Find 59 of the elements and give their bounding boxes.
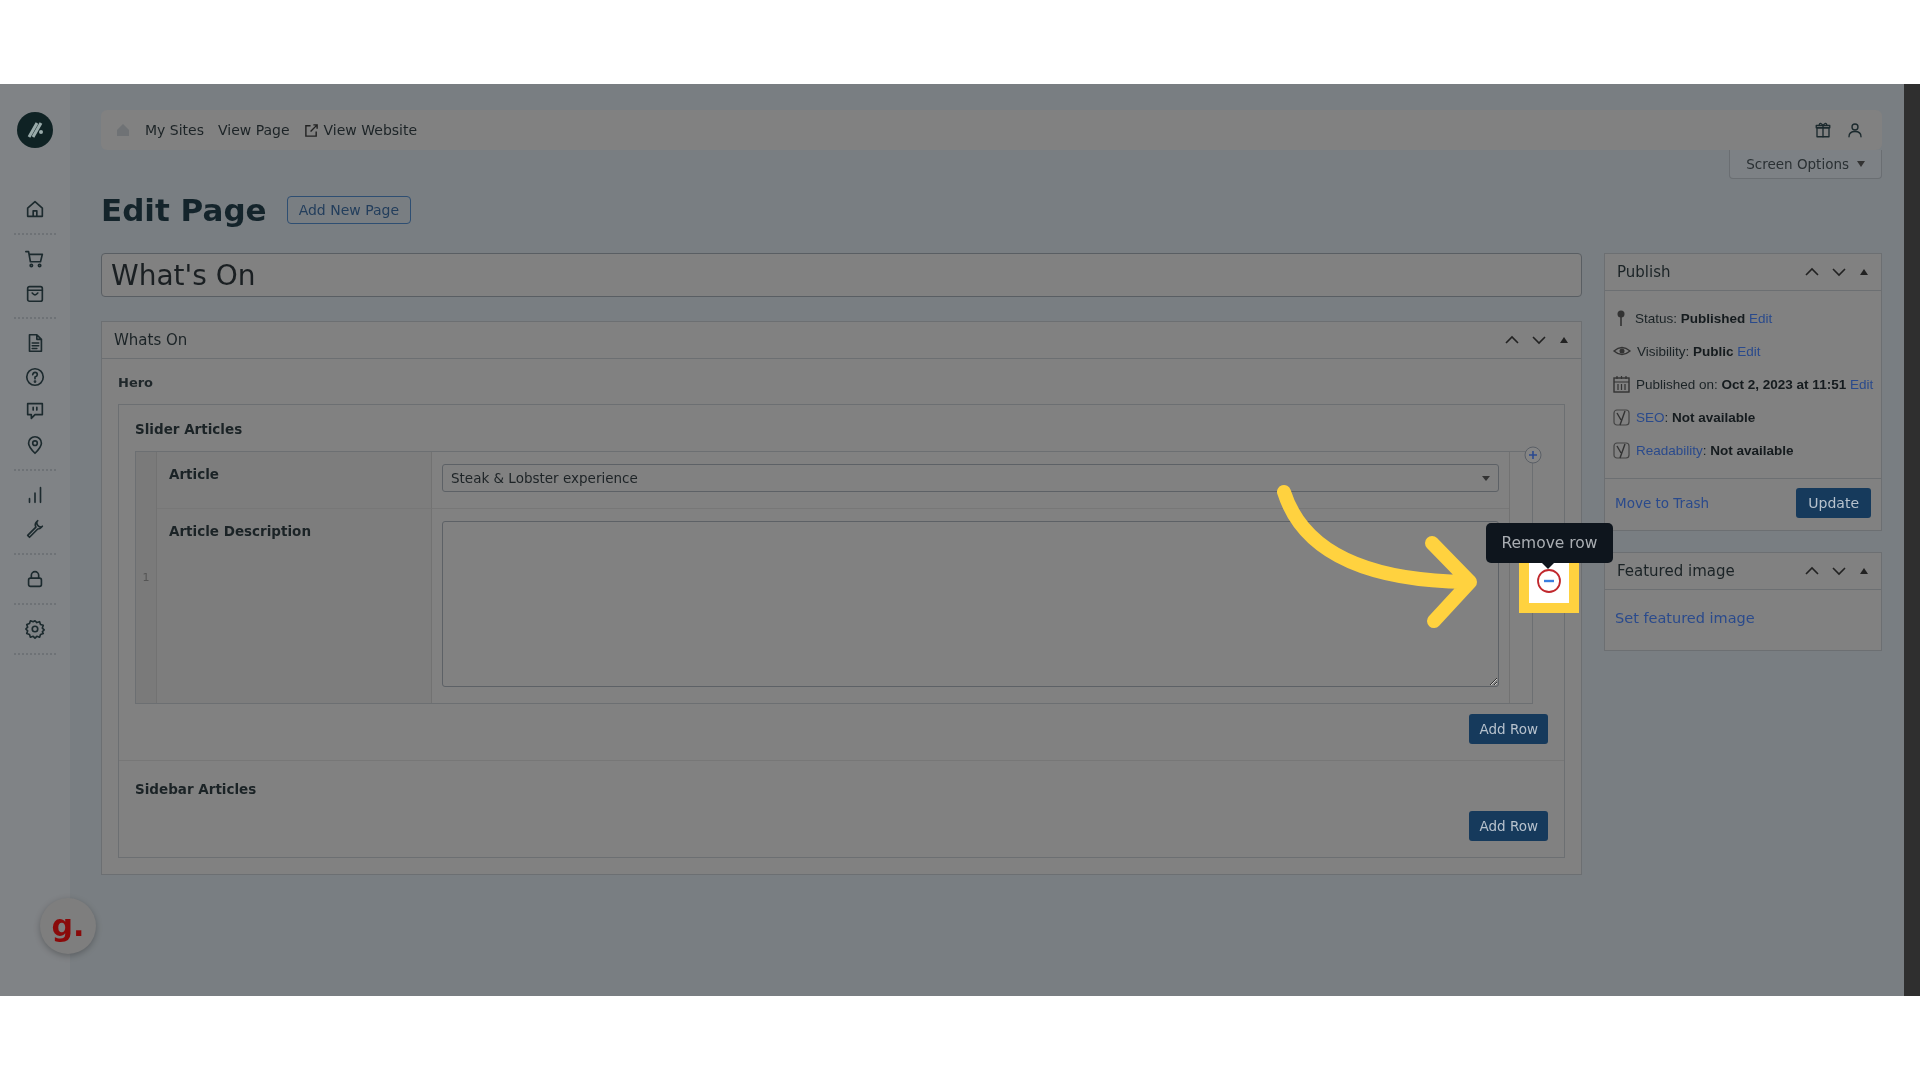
move-up-icon[interactable] — [1805, 267, 1819, 277]
metabox-title: Whats On — [114, 331, 188, 349]
panel-title: Featured image — [1617, 562, 1735, 580]
top-bar-link[interactable]: View Website — [323, 122, 418, 138]
yoast-icon — [1613, 441, 1630, 459]
user-icon[interactable] — [1846, 121, 1864, 139]
move-down-icon[interactable] — [1532, 335, 1546, 345]
article-select[interactable]: Steak & Lobster experience — [442, 464, 1499, 492]
group-label: Hero — [118, 375, 155, 390]
edit-link[interactable]: Edit — [1737, 344, 1761, 359]
panel-title: Publish — [1617, 263, 1671, 281]
repeater-label: Slider Articles — [135, 421, 244, 437]
publish-info: : Not available — [1664, 410, 1756, 425]
page-heading: Edit Page — [101, 192, 267, 228]
collapse-triangle-icon[interactable] — [1859, 567, 1869, 575]
home-icon[interactable] — [24, 198, 46, 220]
add-row-button[interactable]: Add Row — [1469, 714, 1548, 744]
top-bar-link[interactable]: My Sites — [145, 122, 204, 138]
move-down-icon[interactable] — [1832, 566, 1846, 576]
yoast-icon — [1613, 408, 1630, 426]
wrench-icon[interactable] — [24, 518, 46, 540]
publish-info: : Not available — [1702, 443, 1794, 458]
description-textarea[interactable] — [442, 521, 1499, 687]
dropdown-caret-icon — [1482, 475, 1490, 481]
tooltip: Remove row — [1486, 523, 1613, 563]
field-label: Article — [169, 466, 219, 482]
calendar-icon — [1613, 375, 1630, 393]
publish-info: Published on: Oct 2, 2023 at 11:51 — [1636, 377, 1847, 392]
edit-link[interactable]: Edit — [1849, 377, 1874, 392]
metric-link[interactable]: Readability — [1636, 443, 1703, 458]
move-to-trash-link[interactable]: Move to Trash — [1615, 495, 1709, 511]
set-featured-image-link[interactable]: Set featured image — [1615, 610, 1755, 626]
field-label: Article Description — [169, 523, 311, 539]
logo-icon — [25, 120, 45, 140]
top-bar-link[interactable]: View Page — [218, 122, 290, 138]
move-up-icon[interactable] — [1805, 566, 1819, 576]
settings-icon[interactable] — [24, 618, 46, 640]
screen-options-button[interactable]: Screen Options — [1729, 150, 1882, 179]
publish-info: Visibility: Public — [1637, 344, 1734, 359]
gift-icon[interactable] — [1814, 121, 1832, 139]
collapse-triangle-icon[interactable] — [1559, 336, 1569, 344]
caret-icon — [1857, 161, 1865, 167]
update-button[interactable]: Update — [1796, 488, 1871, 518]
title-field[interactable]: What's On — [101, 253, 1582, 297]
move-up-icon[interactable] — [1505, 335, 1519, 345]
app-logo[interactable] — [17, 112, 53, 148]
help-widget-button[interactable]: g. — [40, 898, 96, 954]
add-new-page-button[interactable]: Add New Page — [286, 196, 412, 224]
external-link-icon — [303, 122, 319, 138]
cart-icon[interactable] — [24, 248, 46, 270]
edit-link[interactable]: Edit — [1749, 311, 1773, 326]
move-down-icon[interactable] — [1832, 267, 1846, 277]
collapse-triangle-icon[interactable] — [1859, 268, 1869, 276]
chat-icon[interactable] — [24, 400, 46, 422]
add-row-button[interactable]: Add Row — [1469, 811, 1548, 841]
help-icon[interactable] — [24, 366, 46, 388]
repeater-label: Sidebar Articles — [135, 781, 258, 797]
publish-info: Status: Published — [1635, 311, 1746, 326]
metric-link[interactable]: SEO — [1636, 410, 1665, 425]
